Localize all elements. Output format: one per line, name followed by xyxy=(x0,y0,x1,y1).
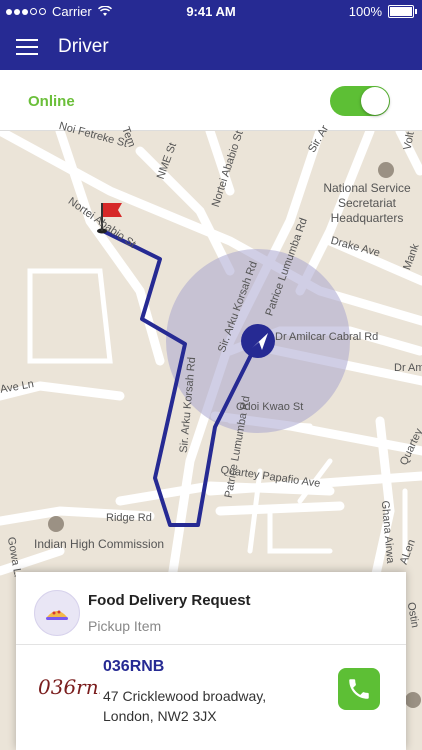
restaurant-name[interactable]: 036RNB xyxy=(103,658,164,676)
delivery-request-card[interactable]: Food Delivery Request Pickup Item 036rnb… xyxy=(16,572,406,750)
phone-icon xyxy=(349,679,369,699)
online-label: Online xyxy=(28,93,75,110)
poi-label: National Service Secretariat Headquarter… xyxy=(323,181,411,225)
restaurant-address: 47 Cricklewood broadway, London, NW2 3JX xyxy=(103,688,267,724)
food-icon xyxy=(34,590,80,636)
status-bar: Carrier 9:41 AM 100% xyxy=(0,0,422,24)
street-label: Dr Amilcar Cabral Rd xyxy=(275,331,379,343)
street-label: Ridge Rd xyxy=(106,512,152,524)
request-subtitle: Pickup Item xyxy=(88,618,162,634)
divider xyxy=(16,644,406,645)
online-toggle[interactable] xyxy=(330,86,390,116)
header-bar: Driver xyxy=(0,24,422,70)
restaurant-logo: 036rnb xyxy=(36,664,111,708)
request-title: Food Delivery Request xyxy=(88,592,251,609)
hamburger-icon[interactable] xyxy=(16,39,38,55)
logo-text: 036rnb xyxy=(38,675,100,699)
battery-icon xyxy=(388,5,417,18)
toggle-knob xyxy=(361,87,389,115)
street-label: Dr Ami xyxy=(394,362,422,374)
page-title: Driver xyxy=(58,36,109,57)
poi-label: Indian High Commission xyxy=(34,537,165,551)
battery-label: 100% xyxy=(348,4,382,19)
call-button[interactable] xyxy=(338,668,380,710)
